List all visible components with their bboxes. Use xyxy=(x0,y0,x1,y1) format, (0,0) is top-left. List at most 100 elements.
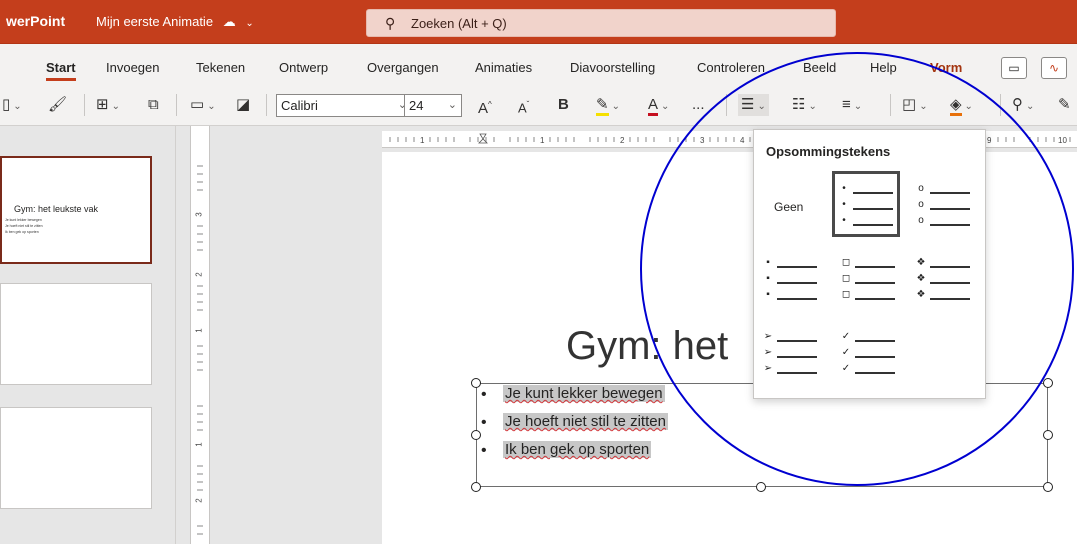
resize-handle[interactable] xyxy=(1043,378,1053,388)
tab-help[interactable]: Help xyxy=(870,60,897,75)
new-slide-icon[interactable]: ▯ ⌄ xyxy=(2,94,22,116)
thumbnail-line: Ik ben gek op sporten xyxy=(5,230,39,234)
tab-start[interactable]: Start xyxy=(46,60,76,81)
format-painter-icon[interactable]: 🖌 xyxy=(48,94,67,116)
document-name[interactable]: Mijn eerste Animatie ☁ ⌄ xyxy=(96,14,254,30)
resize-handle[interactable] xyxy=(471,482,481,492)
ruler-number: 1 xyxy=(194,328,204,333)
svg-text:1: 1 xyxy=(540,136,545,145)
bullet-option-filled-round[interactable]: • • • xyxy=(832,171,900,237)
search-box[interactable]: ⚲ Zoeken (Alt + Q) xyxy=(366,9,836,37)
tab-tekenen[interactable]: Tekenen xyxy=(196,60,245,75)
bullet-option-hollow-square[interactable]: ◻ ◻ ◻ xyxy=(837,254,905,320)
none-label: Geen xyxy=(774,200,804,214)
tab-controleren[interactable]: Controleren xyxy=(697,60,765,75)
slide-thumbnail-2[interactable] xyxy=(0,283,152,385)
grow-font-glyph: A xyxy=(478,100,489,117)
bullet-marker: • xyxy=(481,442,487,459)
bullet-option-hollow-round[interactable]: o o o xyxy=(912,174,980,240)
svg-text:2: 2 xyxy=(620,136,625,145)
ruler-number: 3 xyxy=(194,212,204,217)
shrink-font-icon[interactable]: Aˇ xyxy=(518,94,529,116)
bullet-option-checkmark[interactable]: ✓ ✓ ✓ xyxy=(837,328,905,394)
dropdown-title: Opsommingstekens xyxy=(766,144,891,159)
grow-font-icon[interactable]: A^ xyxy=(478,94,492,117)
font-size-select[interactable]: 24 ⌄ xyxy=(404,94,462,117)
slide-thumbnail-3[interactable] xyxy=(0,407,152,509)
resize-handle[interactable] xyxy=(471,378,481,388)
more-options-button[interactable]: ... xyxy=(692,94,705,116)
checkmark-bullet-icon: ✓ xyxy=(841,331,851,342)
svg-text:4: 4 xyxy=(740,136,745,145)
resize-handle[interactable] xyxy=(756,482,766,492)
slide-thumbnail-1[interactable]: Gym: het leukste vak Je kunt lekker bewe… xyxy=(0,156,152,264)
find-icon[interactable]: ⚲ ⌄ xyxy=(1012,94,1034,116)
thumbnail-line: Je kunt lekker bewegen xyxy=(5,218,42,222)
document-title: Mijn eerste Animatie xyxy=(96,14,214,29)
section-icon[interactable]: ▭ ⌄ xyxy=(190,94,216,116)
activity-icon[interactable]: ∿ xyxy=(1041,57,1067,79)
font-name-select[interactable]: Calibri ⌄ xyxy=(276,94,412,117)
cloud-sync-icon: ☁ xyxy=(222,14,236,29)
tab-animaties[interactable]: Animaties xyxy=(475,60,532,75)
separator xyxy=(890,94,891,116)
diamond-bullet-icon: ❖ xyxy=(916,289,926,300)
shape-fill-icon[interactable]: ◈ ⌄ xyxy=(950,94,973,116)
tab-ontwerp[interactable]: Ontwerp xyxy=(279,60,328,75)
chevron-down-icon: ⌄ xyxy=(447,99,457,111)
highlight-icon[interactable]: ✎ ⌄ xyxy=(596,94,620,116)
search-placeholder: Zoeken (Alt + Q) xyxy=(411,16,507,31)
bullet-option-filled-square[interactable]: ▪ ▪ ▪ xyxy=(759,254,827,320)
slide-thumbnail-pane: Gym: het leukste vak Je kunt lekker bewe… xyxy=(0,126,176,544)
tab-diavoorstelling[interactable]: Diavoorstelling xyxy=(570,60,655,75)
hollow-square-bullet-icon: ◻ xyxy=(841,289,851,300)
filled-square-bullet-icon: ▪ xyxy=(766,289,770,300)
resize-handle[interactable] xyxy=(471,430,481,440)
shape-outline-icon[interactable]: ◪ xyxy=(236,94,250,116)
tab-beeld[interactable]: Beeld xyxy=(803,60,836,75)
font-size-value: 24 xyxy=(409,98,424,113)
svg-text:10: 10 xyxy=(1058,136,1067,145)
bullet-marker: • xyxy=(481,386,487,403)
designer-icon[interactable]: ✎ xyxy=(1058,94,1071,116)
checkmark-bullet-icon: ✓ xyxy=(841,363,851,374)
bold-button[interactable]: B xyxy=(558,94,569,116)
bullet-marker: • xyxy=(481,414,487,431)
resize-handle[interactable] xyxy=(1043,430,1053,440)
separator xyxy=(1000,94,1001,116)
tab-invoegen[interactable]: Invoegen xyxy=(106,60,160,75)
ruler-number: 2 xyxy=(194,272,204,277)
numbering-icon[interactable]: ☷ ⌄ xyxy=(792,94,817,116)
separator xyxy=(176,94,177,116)
thumbnail-line: Je hoeft niet stil te zitten xyxy=(5,224,43,228)
bullet-text: Je hoeft niet stil te zitten xyxy=(503,413,668,430)
separator xyxy=(726,94,727,116)
resize-handle[interactable] xyxy=(1043,482,1053,492)
align-icon[interactable]: ≡ ⌄ xyxy=(842,94,862,116)
svg-text:9: 9 xyxy=(987,136,992,145)
shapes-icon[interactable]: ◰ ⌄ xyxy=(902,94,928,116)
ribbon-tabs: Start Invoegen Tekenen Ontwerp Overgange… xyxy=(0,44,1077,84)
filled-round-bullet-icon: • xyxy=(842,215,846,226)
ruler-number: 1 xyxy=(194,442,204,447)
reuse-slides-icon[interactable]: ⧉ xyxy=(148,94,159,116)
layout-icon[interactable]: ⊞ ⌄ xyxy=(96,94,120,116)
slide-title[interactable]: Gym: het xyxy=(566,324,728,369)
title-bar: werPoint Mijn eerste Animatie ☁ ⌄ ⚲ Zoek… xyxy=(0,0,1077,44)
bullet-option-none[interactable]: Geen xyxy=(764,174,832,240)
hollow-round-bullet-icon: o xyxy=(918,183,924,194)
bullet-option-arrow[interactable]: ➢ ➢ ➢ xyxy=(759,328,827,394)
bullet-text: Je kunt lekker bewegen xyxy=(503,385,665,402)
svg-text:3: 3 xyxy=(700,136,705,145)
comments-icon[interactable]: ▭ xyxy=(1001,57,1027,79)
ribbon-toolbar: ▯ ⌄ 🖌 ⊞ ⌄ ⧉ ▭ ⌄ ◪ Calibri ⌄ 24 ⌄ A^ Aˇ B ✎ ⌄… xyxy=(0,84,1077,126)
filled-round-bullet-icon: • xyxy=(842,199,846,210)
thumbnail-title: Gym: het leukste vak xyxy=(14,204,99,214)
arrow-bullet-icon: ➢ xyxy=(763,331,773,342)
tab-vorm[interactable]: Vorm xyxy=(930,60,962,75)
tab-overgangen[interactable]: Overgangen xyxy=(367,60,439,75)
hollow-square-bullet-icon: ◻ xyxy=(841,273,851,284)
font-color-icon[interactable]: A ⌄ xyxy=(648,94,669,116)
bullets-icon[interactable]: ☰ ⌄ xyxy=(738,94,769,116)
bullet-option-diamond[interactable]: ❖ ❖ ❖ xyxy=(912,254,980,320)
